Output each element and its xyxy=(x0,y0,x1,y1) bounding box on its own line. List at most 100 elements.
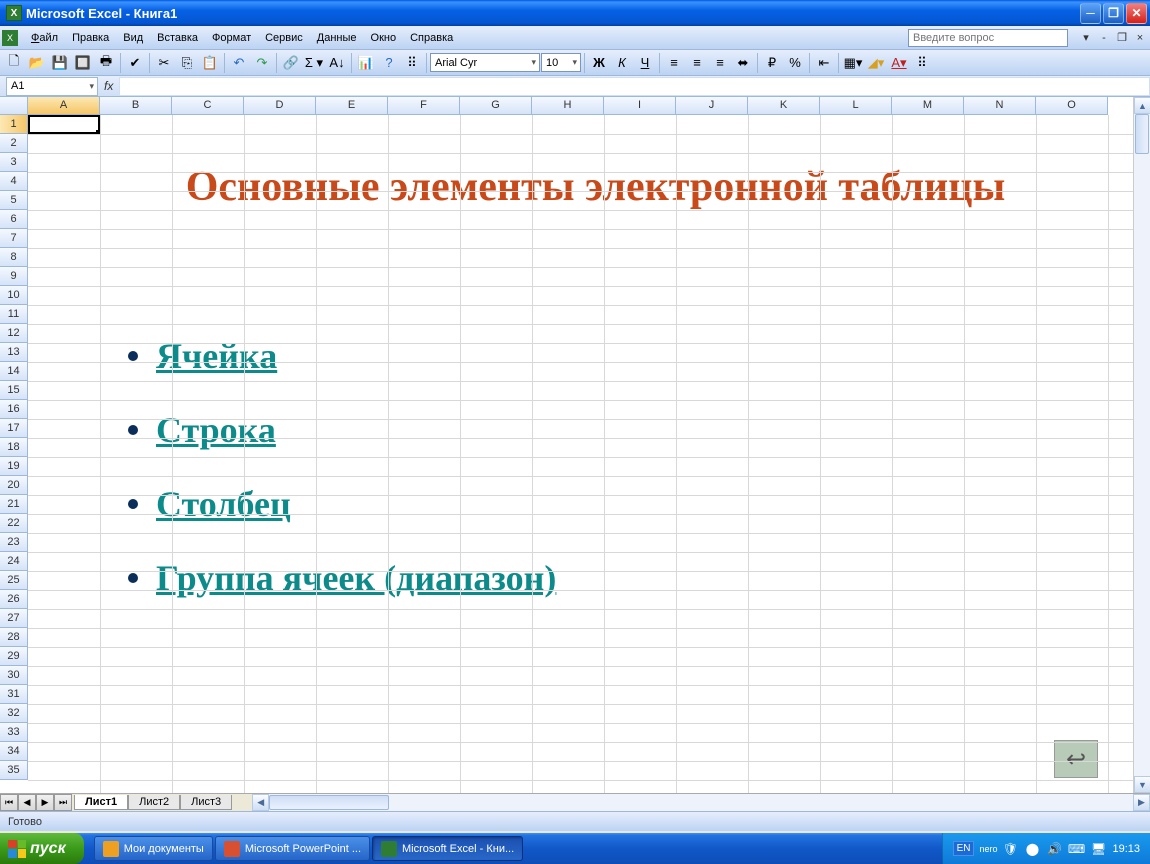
sheet-first-icon[interactable]: ⏮ xyxy=(0,794,18,811)
merge-center-icon[interactable]: ⬌ xyxy=(732,52,754,74)
row-header[interactable]: 33 xyxy=(0,723,28,742)
print-icon[interactable]: 🖶 xyxy=(95,52,117,74)
toolbar-options2-icon[interactable]: ⠿ xyxy=(911,52,933,74)
chart-icon[interactable]: 📊 xyxy=(355,52,377,74)
sheet-prev-icon[interactable]: ◀ xyxy=(18,794,36,811)
scroll-down-icon[interactable]: ▼ xyxy=(1134,776,1150,793)
hyperlink-icon[interactable]: 🔗 xyxy=(280,52,302,74)
row-header[interactable]: 16 xyxy=(0,400,28,419)
row-header[interactable]: 27 xyxy=(0,609,28,628)
row-header[interactable]: 22 xyxy=(0,514,28,533)
select-all-corner[interactable] xyxy=(0,97,28,115)
row-header[interactable]: 21 xyxy=(0,495,28,514)
toolbar-options-icon[interactable]: ⠿ xyxy=(401,52,423,74)
column-header[interactable]: G xyxy=(460,97,532,115)
formula-input[interactable] xyxy=(119,77,1150,96)
minimize-button[interactable]: ─ xyxy=(1080,3,1101,24)
decrease-indent-icon[interactable]: ⇤ xyxy=(813,52,835,74)
column-header[interactable]: A xyxy=(28,97,100,115)
redo-icon[interactable]: ↷ xyxy=(251,52,273,74)
copy-icon[interactable]: ⎘ xyxy=(176,52,198,74)
column-header[interactable]: D xyxy=(244,97,316,115)
align-right-icon[interactable]: ≡ xyxy=(709,52,731,74)
row-header[interactable]: 10 xyxy=(0,286,28,305)
row-header[interactable]: 6 xyxy=(0,210,28,229)
row-header[interactable]: 3 xyxy=(0,153,28,172)
currency-icon[interactable]: ₽ xyxy=(761,52,783,74)
nero-tray-icon[interactable]: nero xyxy=(980,841,996,857)
row-header[interactable]: 26 xyxy=(0,590,28,609)
workbook-restore-button[interactable]: ❐ xyxy=(1114,31,1130,45)
menu-insert[interactable]: Вставка xyxy=(150,29,205,47)
taskbar-item-documents[interactable]: Мои документы xyxy=(94,836,213,861)
vscroll-thumb[interactable] xyxy=(1135,114,1149,154)
row-header[interactable]: 32 xyxy=(0,704,28,723)
return-button[interactable]: ↩ xyxy=(1054,740,1098,778)
row-header[interactable]: 34 xyxy=(0,742,28,761)
row-header[interactable]: 28 xyxy=(0,628,28,647)
fill-color-icon[interactable]: ◢▾ xyxy=(865,52,887,74)
row-header[interactable]: 15 xyxy=(0,381,28,400)
row-header[interactable]: 35 xyxy=(0,761,28,780)
sheet-tab-2[interactable]: Лист2 xyxy=(128,795,180,810)
tray-icon[interactable]: ⬤ xyxy=(1024,841,1040,857)
row-header[interactable]: 23 xyxy=(0,533,28,552)
menu-view[interactable]: Вид xyxy=(116,29,150,47)
spelling-icon[interactable]: ✔ xyxy=(124,52,146,74)
taskbar-item-excel[interactable]: Microsoft Excel - Кни... xyxy=(372,836,523,861)
language-indicator[interactable]: EN xyxy=(953,841,975,856)
row-header[interactable]: 12 xyxy=(0,324,28,343)
align-center-icon[interactable]: ≡ xyxy=(686,52,708,74)
start-button[interactable]: пуск xyxy=(0,833,84,864)
row-header[interactable]: 2 xyxy=(0,134,28,153)
excel-doc-icon[interactable]: X xyxy=(2,30,18,46)
row-header[interactable]: 30 xyxy=(0,666,28,685)
taskbar-item-powerpoint[interactable]: Microsoft PowerPoint ... xyxy=(215,836,370,861)
column-header[interactable]: H xyxy=(532,97,604,115)
close-button[interactable]: ✕ xyxy=(1126,3,1147,24)
scroll-up-icon[interactable]: ▲ xyxy=(1134,97,1150,114)
horizontal-scrollbar[interactable]: ◀ ▶ xyxy=(252,794,1150,811)
column-header[interactable]: B xyxy=(100,97,172,115)
save-icon[interactable]: 💾 xyxy=(49,52,71,74)
scroll-left-icon[interactable]: ◀ xyxy=(252,794,269,811)
scroll-right-icon[interactable]: ▶ xyxy=(1133,794,1150,811)
menu-window[interactable]: Окно xyxy=(364,29,404,47)
open-icon[interactable]: 📂 xyxy=(26,52,48,74)
name-box[interactable]: A1 xyxy=(6,77,98,96)
tray-icon[interactable]: 🔊 xyxy=(1046,841,1062,857)
vertical-scrollbar[interactable]: ▲ ▼ xyxy=(1133,97,1150,793)
percent-icon[interactable]: % xyxy=(784,52,806,74)
tray-icon[interactable]: 🖥 xyxy=(1090,841,1106,857)
italic-button[interactable]: К xyxy=(611,52,633,74)
hscroll-thumb[interactable] xyxy=(269,795,389,810)
font-color-icon[interactable]: A▾ xyxy=(888,52,910,74)
paste-icon[interactable]: 📋 xyxy=(199,52,221,74)
borders-icon[interactable]: ▦▾ xyxy=(842,52,864,74)
menu-file[interactable]: Файл xyxy=(24,29,65,47)
maximize-button[interactable]: ❐ xyxy=(1103,3,1124,24)
sheet-next-icon[interactable]: ▶ xyxy=(36,794,54,811)
row-header[interactable]: 13 xyxy=(0,343,28,362)
sheet-tab-3[interactable]: Лист3 xyxy=(180,795,232,810)
tray-icon[interactable]: 🛡 xyxy=(1002,841,1018,857)
clock[interactable]: 19:13 xyxy=(1112,843,1140,855)
column-header[interactable]: L xyxy=(820,97,892,115)
row-header[interactable]: 19 xyxy=(0,457,28,476)
sort-asc-icon[interactable]: A↓ xyxy=(326,52,348,74)
workbook-close-button[interactable]: × xyxy=(1132,31,1148,45)
tray-icon[interactable]: ⌨ xyxy=(1068,841,1084,857)
active-cell[interactable] xyxy=(28,115,100,134)
menu-tools[interactable]: Сервис xyxy=(258,29,310,47)
column-header[interactable]: F xyxy=(388,97,460,115)
row-header[interactable]: 18 xyxy=(0,438,28,457)
row-header[interactable]: 20 xyxy=(0,476,28,495)
row-header[interactable]: 7 xyxy=(0,229,28,248)
column-header[interactable]: O xyxy=(1036,97,1108,115)
menu-help[interactable]: Справка xyxy=(403,29,460,47)
row-header[interactable]: 31 xyxy=(0,685,28,704)
undo-icon[interactable]: ↶ xyxy=(228,52,250,74)
row-header[interactable]: 4 xyxy=(0,172,28,191)
font-selector[interactable]: Arial Cyr xyxy=(430,53,540,72)
column-header[interactable]: N xyxy=(964,97,1036,115)
